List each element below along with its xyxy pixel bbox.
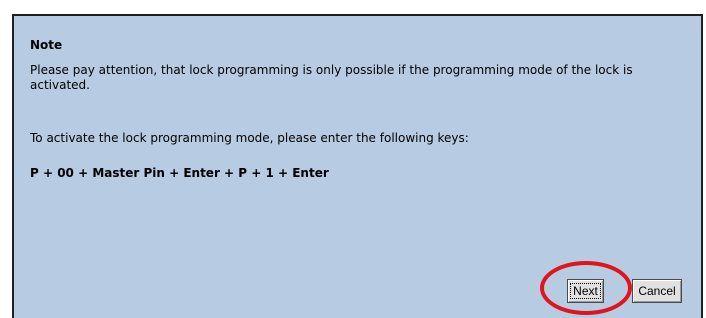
key-sequence: P + 00 + Master Pin + Enter + P + 1 + En… — [30, 166, 329, 180]
activation-instruction: To activate the lock programming mode, p… — [30, 131, 469, 145]
programming-mode-notice: Please pay attention, that lock programm… — [30, 63, 633, 92]
screenshot-stage: Note Please pay attention, that lock pro… — [0, 0, 706, 318]
next-button-label: Next — [570, 283, 601, 299]
cancel-button[interactable]: Cancel — [632, 279, 682, 303]
next-button[interactable]: Next — [567, 279, 604, 303]
note-heading: Note — [30, 38, 63, 52]
note-dialog: Note Please pay attention, that lock pro… — [12, 14, 703, 318]
